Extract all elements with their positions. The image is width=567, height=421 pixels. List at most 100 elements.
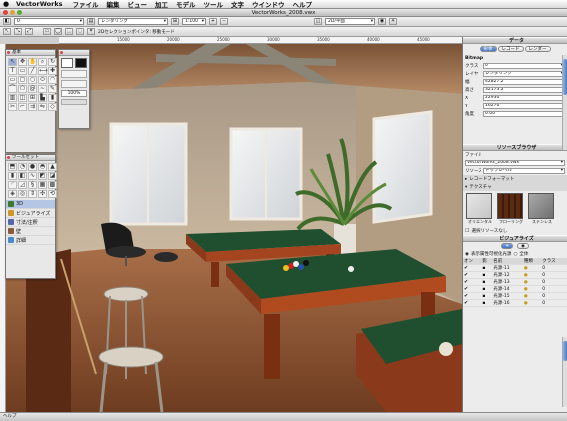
class-icon[interactable]: ◧ xyxy=(3,18,11,25)
light-icon[interactable]: ☀ xyxy=(501,243,514,249)
stair-tool-icon[interactable]: ▙ xyxy=(38,94,47,102)
data-scrollbar[interactable] xyxy=(562,55,567,150)
menu-modify[interactable]: 加工 xyxy=(151,0,172,9)
sweep-tool-icon[interactable]: ◔ xyxy=(18,163,27,171)
mode-button-1[interactable]: ↖ xyxy=(3,28,11,35)
menu-tools[interactable]: ツール xyxy=(200,0,228,9)
menu-window[interactable]: ウインドウ xyxy=(248,0,289,9)
zoom-in-icon[interactable]: + xyxy=(209,18,217,25)
shadow-icon[interactable]: ▪ xyxy=(481,285,493,293)
app-menu[interactable]: VectorWorks xyxy=(12,0,69,8)
table-row[interactable]: ✔ ▪ 光源-15 ● 0 xyxy=(463,292,567,300)
radio-selected-icon[interactable]: ◉ xyxy=(465,252,469,257)
shadow-icon[interactable]: ▪ xyxy=(481,299,493,307)
hemisphere-tool-icon[interactable]: ◓ xyxy=(38,163,47,171)
layer-dropdown[interactable]: レンダリング xyxy=(483,71,565,77)
flyover-tool-icon[interactable]: ✥ xyxy=(18,58,27,66)
render-icon[interactable]: ◉ xyxy=(378,18,386,25)
zoom-tool-icon[interactable]: ⌕ xyxy=(38,58,47,66)
table-row[interactable]: ✔ ▪ 光源-13 ● 0 xyxy=(463,278,567,286)
pen-swatch[interactable] xyxy=(75,58,87,68)
table-row[interactable]: ✔ ▪ 光源-16 ● 0 xyxy=(463,299,567,307)
on-checkbox-icon[interactable]: ✔ xyxy=(463,299,482,307)
tab-record[interactable]: レコード xyxy=(497,46,524,52)
arrow-style[interactable] xyxy=(61,99,87,105)
checkbox-icon[interactable]: ☐ xyxy=(465,228,469,234)
view-select[interactable]: 2D/平面 xyxy=(325,18,375,25)
chamfer-tool-icon[interactable]: ◿ xyxy=(18,181,27,189)
close-icon[interactable] xyxy=(3,10,8,15)
locus-tool-icon[interactable]: ✚ xyxy=(48,67,57,75)
layer-select[interactable]: レンダリング xyxy=(98,18,168,25)
rounded-rect-tool-icon[interactable]: ▢ xyxy=(18,76,27,84)
layer-icon[interactable]: ▤ xyxy=(87,18,95,25)
file-dropdown[interactable]: VectorWorks_2008.vwx xyxy=(465,160,565,166)
callout-tool-icon[interactable]: ▭ xyxy=(18,67,27,75)
deform-tool-icon[interactable]: ◈ xyxy=(8,190,17,198)
arc-tool-icon[interactable]: ◠ xyxy=(48,76,57,84)
mode-button-8[interactable]: ⌗ xyxy=(87,28,95,35)
toolset-detail[interactable]: 詳細 xyxy=(6,236,55,245)
texture-header[interactable]: ▾ テクスチャ xyxy=(463,183,567,191)
sphere-tool-icon[interactable]: ● xyxy=(28,163,37,171)
menu-text[interactable]: 文字 xyxy=(227,0,248,9)
on-checkbox-icon[interactable]: ✔ xyxy=(463,278,482,286)
shadow-icon[interactable]: ▪ xyxy=(481,278,493,286)
mode-button-7[interactable]: ◌ xyxy=(76,28,84,35)
mesh-tool-icon[interactable]: ▩ xyxy=(48,181,57,189)
scale-icon[interactable]: ⊞ xyxy=(171,18,179,25)
circle-tool-icon[interactable]: ○ xyxy=(28,76,37,84)
table-row[interactable]: ✔ ▪ 光源-14 ● 0 xyxy=(463,285,567,293)
texture-item[interactable]: ステンレス xyxy=(528,193,556,225)
loft-tool-icon[interactable]: ◩ xyxy=(38,172,47,180)
class-dropdown[interactable]: 0 xyxy=(483,63,565,69)
reshape-tool-icon[interactable]: ◇ xyxy=(48,103,57,111)
zoom-icon[interactable] xyxy=(17,10,22,15)
height-input[interactable]: 32173.2 xyxy=(483,87,565,93)
shell-tool-icon[interactable]: ◪ xyxy=(48,172,57,180)
apple-menu-icon[interactable]: ● xyxy=(0,0,12,8)
angle-input[interactable]: 0.00° xyxy=(483,111,565,117)
oval-tool-icon[interactable]: ⬭ xyxy=(38,76,47,84)
visualize-scrollbar[interactable] xyxy=(562,337,567,407)
eyedropper-tool-icon[interactable]: ✎ xyxy=(48,85,57,93)
zoom-out-icon[interactable]: − xyxy=(220,18,228,25)
column-tool-icon[interactable]: ▮ xyxy=(48,94,57,102)
on-checkbox-icon[interactable]: ✔ xyxy=(463,285,482,293)
mode-button-5[interactable]: ◯ xyxy=(54,28,62,35)
dimension-tool-icon[interactable]: ⟷ xyxy=(38,67,48,75)
scale-select[interactable]: 1:100 xyxy=(182,18,206,25)
spiral-tool-icon[interactable]: @ xyxy=(28,85,37,93)
radio-icon[interactable]: ○ xyxy=(513,252,517,257)
toolset-3d[interactable]: 3D xyxy=(6,200,55,209)
fillet-edge-tool-icon[interactable]: ◜ xyxy=(8,181,17,189)
mode-button-2[interactable]: ⤡ xyxy=(14,28,22,35)
table-row[interactable]: ✔ ▪ 光源-12 ● 0 xyxy=(463,271,567,279)
nurbs-tool-icon[interactable]: ∿ xyxy=(28,172,37,180)
texture-item[interactable]: フローリング xyxy=(497,193,525,225)
camera-icon[interactable]: ◉ xyxy=(517,243,529,249)
line-weight[interactable] xyxy=(61,70,87,78)
text-tool-icon[interactable]: T xyxy=(8,67,17,75)
table-row[interactable]: ✔ ▪ 光源-11 ● 0 xyxy=(463,264,567,272)
menu-file[interactable]: ファイル xyxy=(69,0,103,9)
mode-button-3[interactable]: ⤢ xyxy=(25,28,33,35)
toolset-visualize[interactable]: ビジュアライズ xyxy=(6,209,55,218)
menu-view[interactable]: ビュー xyxy=(124,0,152,9)
line-tool-icon[interactable]: ╱ xyxy=(28,67,37,75)
x-input[interactable]: 22930 xyxy=(483,95,565,101)
door-tool-icon[interactable]: ◫ xyxy=(18,94,27,102)
resource-dropdown[interactable]: トップレベル xyxy=(483,168,565,174)
y-input[interactable]: 16270 xyxy=(483,103,565,109)
shadow-icon[interactable]: ▪ xyxy=(481,271,493,279)
cone-tool-icon[interactable]: ▲ xyxy=(48,163,57,171)
rotate-3d-tool-icon[interactable]: ⟲ xyxy=(48,190,57,198)
opacity-field[interactable]: 100% xyxy=(61,90,87,97)
scrollbar-thumb[interactable] xyxy=(563,341,567,361)
rotate-tool-icon[interactable]: ↻ xyxy=(48,58,57,66)
pointer-tool-icon[interactable]: ↖ xyxy=(8,58,17,66)
menu-model[interactable]: モデル xyxy=(172,0,200,9)
window-tool-icon[interactable]: ⊞ xyxy=(28,94,37,102)
view-icon[interactable]: ◫ xyxy=(314,18,322,25)
menu-edit[interactable]: 編集 xyxy=(103,0,124,9)
